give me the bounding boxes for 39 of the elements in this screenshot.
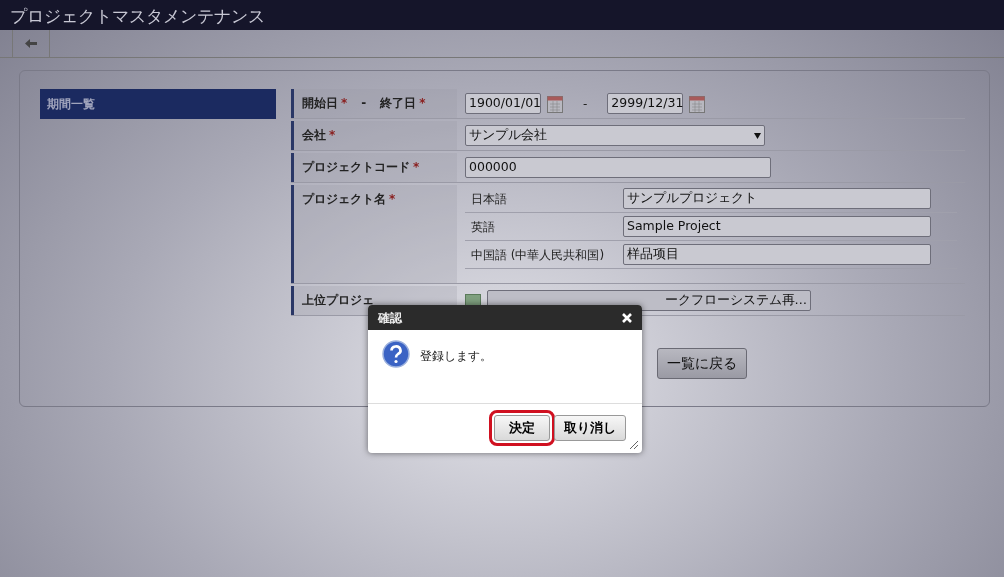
date-field[interactable]: 1900/01/01: [465, 93, 541, 114]
text-field[interactable]: サンプルプロジェクト: [623, 188, 931, 209]
required-mark: *: [389, 192, 396, 206]
field-label: 上位プロジェ: [302, 293, 374, 307]
date-field[interactable]: 2999/12/31: [607, 93, 684, 114]
separator: -: [361, 96, 367, 110]
required-mark: *: [413, 160, 420, 174]
required-mark: *: [341, 96, 348, 110]
language-label: 英語: [471, 218, 496, 236]
text-field[interactable]: 000000: [465, 157, 771, 178]
left-arrow-icon: [25, 39, 37, 48]
sidebar-item[interactable]: 期間一覧: [40, 89, 276, 119]
resize-grip-icon[interactable]: [629, 440, 639, 450]
language-label: 日本語: [471, 190, 508, 208]
dialog-message: 登録します。: [420, 348, 492, 365]
required-mark: *: [419, 96, 426, 110]
field-label: 開始日: [302, 96, 338, 110]
calendar-icon[interactable]: [547, 94, 563, 113]
dialog-title: 確認: [378, 309, 402, 327]
close-icon: [622, 312, 632, 323]
field-label: 終了日: [380, 96, 417, 110]
field-label: 会社: [302, 128, 326, 142]
field-label: プロジェクトコード: [302, 160, 410, 174]
dropdown-caret-icon: [754, 132, 761, 139]
calendar-icon[interactable]: [689, 94, 706, 113]
cancel-button[interactable]: 取り消し: [554, 415, 626, 441]
language-label: 中国語 (中華人民共和国): [471, 246, 606, 264]
window-title: プロジェクトマスタメンテナンス: [0, 0, 1004, 30]
back-to-list-button[interactable]: 一覧に戻る: [657, 348, 747, 379]
back-button[interactable]: [12, 30, 50, 57]
question-icon: [382, 340, 410, 368]
field-label: プロジェクト名: [302, 192, 386, 206]
separator: -: [583, 95, 588, 113]
select-field[interactable]: サンプル会社: [465, 125, 765, 146]
field-value: サンプル会社: [469, 126, 547, 145]
close-button[interactable]: [622, 312, 632, 323]
text-field[interactable]: 样品项目: [623, 244, 931, 265]
text-field[interactable]: Sample Project: [623, 216, 931, 237]
required-mark: *: [329, 128, 336, 142]
